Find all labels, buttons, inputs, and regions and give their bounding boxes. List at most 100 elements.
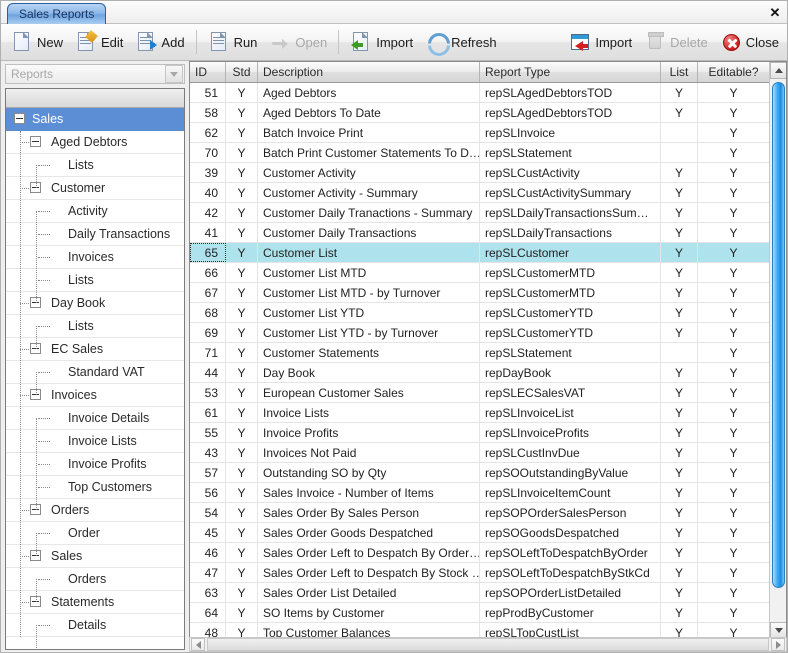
tree-item-label: Sales: [51, 549, 83, 563]
tree-item-invoice-profits[interactable]: Invoice Profits: [6, 453, 184, 476]
reports-tree[interactable]: Sales Aged Debtors Lists Customer Activity Da…: [5, 88, 185, 650]
tree-item-lists[interactable]: Lists: [6, 315, 184, 338]
grid-column-header-editable-[interactable]: Editable?: [698, 62, 770, 82]
cell-report_type: repSOOutstandingByValue: [480, 463, 661, 482]
tree-item-ec-sales[interactable]: EC Sales: [6, 338, 184, 361]
new-button[interactable]: New: [5, 26, 69, 58]
tree-item-invoices[interactable]: Invoices: [6, 246, 184, 269]
cell-list: Y: [661, 223, 698, 242]
edit-button[interactable]: Edit: [69, 26, 129, 58]
cell-editable: Y: [698, 203, 770, 222]
delete-button[interactable]: Delete: [638, 26, 714, 58]
tree-collapse-icon[interactable]: [30, 136, 41, 147]
table-row[interactable]: 46 Y Sales Order Left to Despatch By Order…: [190, 543, 786, 563]
tree-item-lists[interactable]: Lists: [6, 154, 184, 177]
cell-list: Y: [661, 583, 698, 602]
table-row[interactable]: 70 Y Batch Print Customer Statements To D……: [190, 143, 786, 163]
run-document-icon: [208, 31, 230, 53]
table-row[interactable]: 63 Y Sales Order List Detailed repSOPOrderL…: [190, 583, 786, 603]
table-row[interactable]: 58 Y Aged Debtors To Date repSLAgedDebtorsT…: [190, 103, 786, 123]
table-row[interactable]: 67 Y Customer List MTD - by Turnover repSLC…: [190, 283, 786, 303]
table-row[interactable]: 55 Y Invoice Profits repSLInvoiceProfits Y Y: [190, 423, 786, 443]
table-row[interactable]: 47 Y Sales Order Left to Despatch By Stock…: [190, 563, 786, 583]
tree-item-customer[interactable]: Customer: [6, 177, 184, 200]
grid-column-header-report-type[interactable]: Report Type: [480, 62, 661, 82]
tree-item-invoices[interactable]: Invoices: [6, 384, 184, 407]
scroll-up-button[interactable]: [770, 62, 786, 79]
grid-column-header-id[interactable]: ID: [190, 62, 226, 82]
tree-item-label: Statements: [51, 595, 115, 609]
tree-item-sales[interactable]: Sales: [6, 108, 184, 131]
table-row[interactable]: 43 Y Invoices Not Paid repSLCustInvDue Y Y: [190, 443, 786, 463]
tree-item-label: Customer: [51, 181, 106, 195]
tree-item-activity[interactable]: Activity: [6, 200, 184, 223]
table-row[interactable]: 56 Y Sales Invoice - Number of Items repSLI…: [190, 483, 786, 503]
cell-editable: Y: [698, 163, 770, 182]
cell-editable: Y: [698, 403, 770, 422]
run-button[interactable]: Run: [202, 26, 264, 58]
tree-collapse-icon[interactable]: [14, 113, 25, 124]
cell-id: 51: [190, 83, 226, 102]
tree-item-lists[interactable]: Lists: [6, 269, 184, 292]
add-button[interactable]: Add: [129, 26, 190, 58]
tree-item-aged-debtors[interactable]: Aged Debtors: [6, 131, 184, 154]
table-row[interactable]: 54 Y Sales Order By Sales Person repSOPOrde…: [190, 503, 786, 523]
refresh-button[interactable]: Refresh: [419, 26, 503, 58]
table-row[interactable]: 39 Y Customer Activity repSLCustActivity Y Y: [190, 163, 786, 183]
grid-column-header-description[interactable]: Description: [258, 62, 480, 82]
tree-item-invoice-details[interactable]: Invoice Details: [6, 407, 184, 430]
horizontal-scrollbar[interactable]: [189, 637, 787, 652]
cell-editable: Y: [698, 443, 770, 462]
grid-column-header-list[interactable]: List: [661, 62, 698, 82]
table-row[interactable]: 62 Y Batch Invoice Print repSLInvoice Y: [190, 123, 786, 143]
table-row[interactable]: 57 Y Outstanding SO by Qty repSOOutstanding…: [190, 463, 786, 483]
table-row[interactable]: 42 Y Customer Daily Tranactions - Summary r…: [190, 203, 786, 223]
table-row[interactable]: 66 Y Customer List MTD repSLCustomerMTD Y Y: [190, 263, 786, 283]
tree-item-invoice-lists[interactable]: Invoice Lists: [6, 430, 184, 453]
scroll-right-button[interactable]: [771, 638, 785, 651]
close-button[interactable]: Close: [714, 26, 785, 58]
tree-item-details[interactable]: Details: [6, 614, 184, 637]
import-file-button[interactable]: Import: [344, 26, 419, 58]
table-row[interactable]: 61 Y Invoice Lists repSLInvoiceList Y Y: [190, 403, 786, 423]
open-button[interactable]: Open: [263, 26, 333, 58]
table-row[interactable]: 44 Y Day Book repDayBook Y Y: [190, 363, 786, 383]
tree-item-orders[interactable]: Orders: [6, 568, 184, 591]
vertical-scroll-thumb[interactable]: [772, 82, 785, 588]
tree-item-daily-transactions[interactable]: Daily Transactions: [6, 223, 184, 246]
table-row[interactable]: 41 Y Customer Daily Transactions repSLDaily…: [190, 223, 786, 243]
cell-id: 39: [190, 163, 226, 182]
tree-item-order[interactable]: Order: [6, 522, 184, 545]
table-row[interactable]: 40 Y Customer Activity - Summary repSLCustA…: [190, 183, 786, 203]
tree-connector: [38, 464, 50, 465]
grid-column-header-std[interactable]: Std: [226, 62, 258, 82]
table-row[interactable]: 53 Y European Customer Sales repSLECSalesVA…: [190, 383, 786, 403]
vertical-scrollbar[interactable]: [769, 62, 786, 638]
cell-list: [661, 123, 698, 142]
table-row[interactable]: 64 Y SO Items by Customer repProdByCustomer…: [190, 603, 786, 623]
table-row[interactable]: 65 Y Customer List repSLCustomer Y Y: [190, 243, 786, 263]
tree-item-day-book[interactable]: Day Book: [6, 292, 184, 315]
tree-item-orders[interactable]: Orders: [6, 499, 184, 522]
run-button-label: Run: [233, 34, 258, 50]
cell-report_type: repSLStatement: [480, 143, 661, 162]
table-row[interactable]: 69 Y Customer List YTD - by Turnover repSLC…: [190, 323, 786, 343]
cell-list: Y: [661, 243, 698, 262]
tree-item-sales[interactable]: Sales: [6, 545, 184, 568]
table-row[interactable]: 51 Y Aged Debtors repSLAgedDebtorsTOD Y Y: [190, 83, 786, 103]
import-window-button[interactable]: Import: [563, 26, 638, 58]
tree-item-standard-vat[interactable]: Standard VAT: [6, 361, 184, 384]
cell-report_type: repSOLeftToDespatchByStkCd: [480, 563, 661, 582]
reports-combo[interactable]: Reports: [5, 64, 185, 84]
scroll-left-button[interactable]: [191, 638, 205, 651]
table-row[interactable]: 45 Y Sales Order Goods Despatched repSOGood…: [190, 523, 786, 543]
table-row[interactable]: 68 Y Customer List YTD repSLCustomerYTD Y Y: [190, 303, 786, 323]
cell-id: 62: [190, 123, 226, 142]
chevron-down-icon[interactable]: [165, 65, 183, 83]
horizontal-scroll-thumb[interactable]: [207, 638, 769, 651]
window-close-icon[interactable]: ✕: [767, 4, 783, 20]
tab-sales-reports[interactable]: Sales Reports: [7, 3, 107, 24]
tree-item-statements[interactable]: Statements: [6, 591, 184, 614]
table-row[interactable]: 71 Y Customer Statements repSLStatement Y: [190, 343, 786, 363]
tree-item-top-customers[interactable]: Top Customers: [6, 476, 184, 499]
